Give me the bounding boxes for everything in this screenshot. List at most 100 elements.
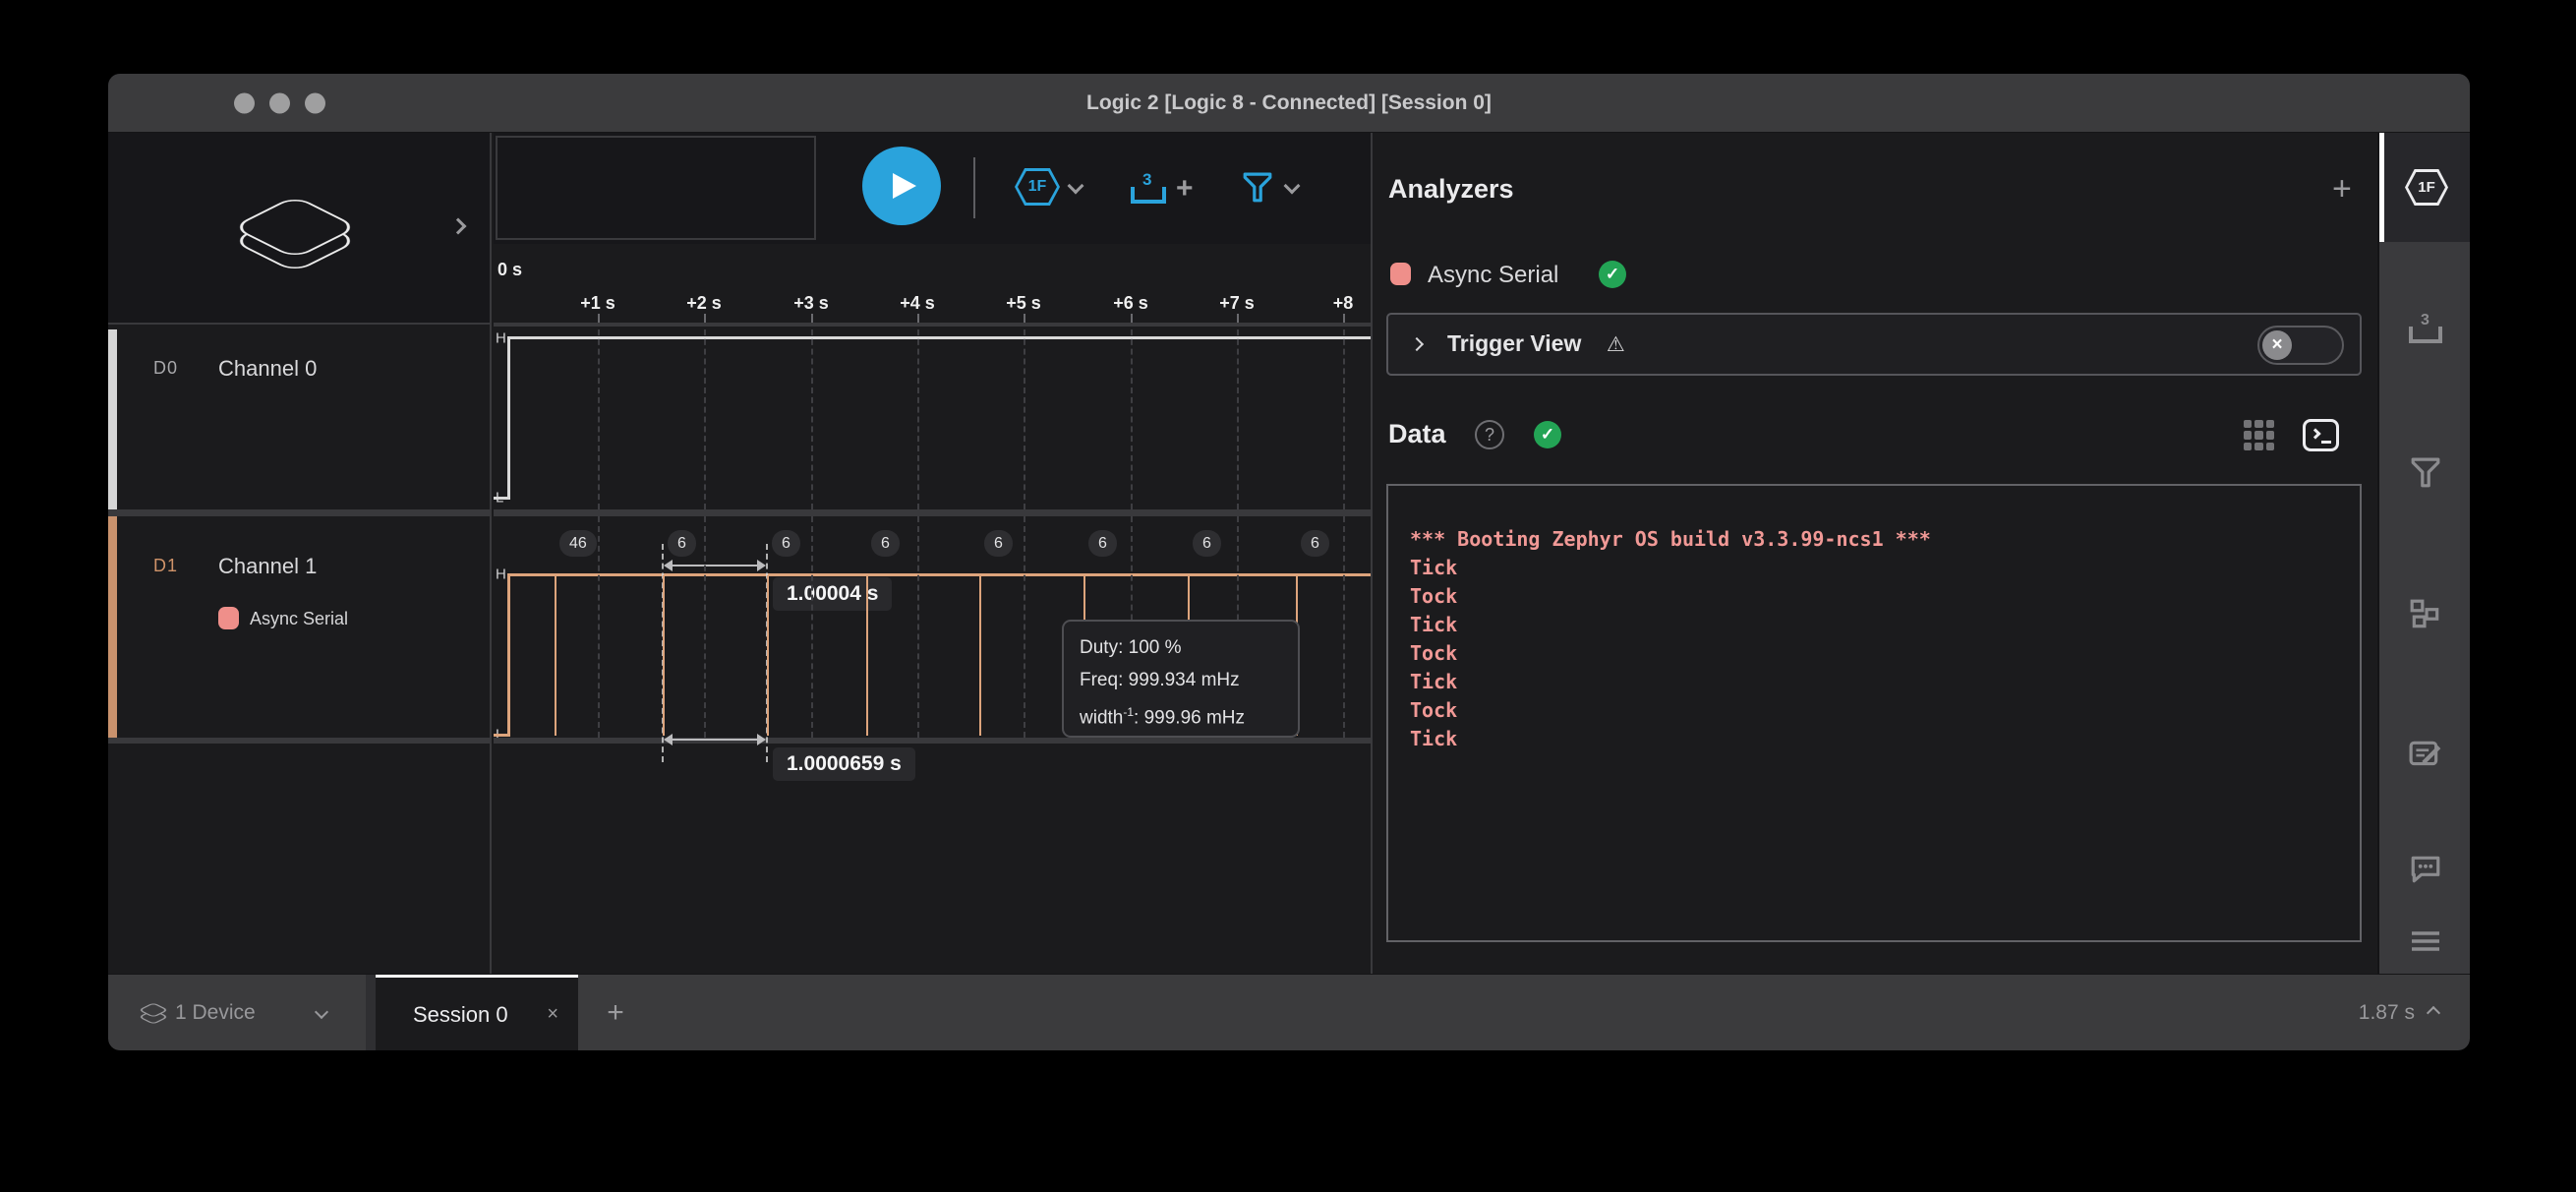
serial-burst-pulse[interactable]: [555, 575, 556, 736]
measure-arrow-bottom: [666, 739, 764, 741]
channel1-header[interactable]: D1 Channel 1 Async Serial: [108, 516, 490, 738]
device-mode-button[interactable]: 1F: [1015, 168, 1060, 206]
trigger-chevron-down-icon[interactable]: [1284, 178, 1301, 195]
session-tab-active[interactable]: Session 0 ×: [376, 975, 578, 1050]
device-selector[interactable]: 1 Device: [108, 975, 366, 1050]
device-mode-chevron-down-icon[interactable]: [1068, 178, 1084, 195]
titlebar: Logic 2 [Logic 8 - Connected] [Session 0…: [108, 74, 2470, 133]
app-window: Logic 2 [Logic 8 - Connected] [Session 0…: [108, 74, 2470, 1050]
channel1-low-stub: [494, 734, 509, 737]
terminal-line: Tick: [1410, 554, 2360, 582]
grid-line: [811, 516, 813, 738]
grid-line: [811, 329, 813, 509]
trigger-view-row[interactable]: Trigger View ⚠ ×: [1386, 313, 2362, 376]
add-session-button[interactable]: +: [594, 975, 637, 1050]
measurement-tooltip: Duty: 100 % Freq: 999.934 mHz width-1: 9…: [1062, 620, 1300, 738]
measure-count: 3: [1142, 170, 1151, 190]
frame-count-badge[interactable]: 6: [668, 530, 696, 557]
capture-duration[interactable]: 1.87 s: [2359, 975, 2438, 1050]
grid-line: [598, 329, 600, 509]
waveform-area[interactable]: 1F 3 + 0 s +1 s+: [494, 133, 1373, 974]
serial-burst-pulse[interactable]: [979, 575, 981, 736]
start-capture-button[interactable]: [862, 147, 941, 225]
channel-sidebar: D0 Channel 0 D1 Channel 1 Async Serial: [108, 133, 492, 974]
serial-burst-pulse[interactable]: [663, 575, 665, 736]
serial-burst-pulse[interactable]: [767, 575, 769, 736]
trigger-view-toggle[interactable]: ×: [2257, 326, 2344, 365]
notes-tab[interactable]: [2379, 739, 2470, 770]
measure-arrow-top: [666, 565, 764, 566]
analyzer-color-dot-icon: [1390, 263, 1411, 285]
channel0-low-stub: [494, 497, 509, 500]
timeline-offset-label: +1 s: [580, 293, 615, 314]
window-title: Logic 2 [Logic 8 - Connected] [Session 0…: [108, 74, 2470, 133]
frame-count-badge[interactable]: 46: [559, 530, 597, 557]
measurements-tab[interactable]: 3: [2379, 316, 2470, 343]
terminal-view-icon[interactable]: [2303, 419, 2339, 451]
help-icon[interactable]: ?: [1475, 420, 1504, 449]
timeline-start-label: 0 s: [498, 260, 522, 280]
grid-line: [598, 516, 600, 738]
timeline-tick: [598, 314, 600, 323]
grid-line: [917, 516, 919, 738]
timeline-tick: [917, 314, 919, 323]
menu-tab[interactable]: [2379, 929, 2470, 953]
tooltip-freq: Freq: 999.934 mHz: [1080, 664, 1298, 696]
trigger-settings-box[interactable]: [496, 136, 816, 240]
device-hexagon-icon: 1F: [2405, 169, 2448, 206]
frame-count-badge[interactable]: 6: [1301, 530, 1329, 557]
async-serial-dot-icon: [218, 607, 239, 629]
channel0-header[interactable]: D0 Channel 0: [108, 329, 490, 509]
extensions-tab[interactable]: [2379, 599, 2470, 630]
add-analyzer-button[interactable]: +: [2332, 172, 2352, 206]
device-stack-icon: [136, 994, 171, 1032]
frame-count-badge[interactable]: 6: [1088, 530, 1117, 557]
frame-count-badge[interactable]: 6: [871, 530, 900, 557]
analyzer-item-name[interactable]: Async Serial: [1428, 262, 1558, 289]
channel1-id: D1: [153, 556, 178, 576]
session-tab-label: Session 0: [413, 978, 508, 1050]
serial-burst-pulse[interactable]: [866, 575, 868, 736]
timeline-tick: [811, 314, 813, 323]
session-bar: 1 Device Session 0 × + 1.87 s: [108, 974, 2470, 1050]
add-measurement-button[interactable]: +: [1176, 174, 1194, 204]
warning-icon: ⚠: [1607, 332, 1625, 356]
trigger-view-label: Trigger View: [1447, 330, 1581, 357]
terminal-line: *** Booting Zephyr OS build v3.3.99-ncs1…: [1410, 525, 2360, 554]
duration-label: 1.87 s: [2359, 1001, 2415, 1025]
trigger-funnel-icon[interactable]: [1243, 172, 1272, 204]
close-session-icon[interactable]: ×: [547, 978, 558, 1050]
row-divider: [108, 509, 490, 516]
device-panel[interactable]: [108, 133, 490, 325]
grid-line: [1237, 329, 1239, 509]
grid-line: [1024, 329, 1025, 509]
terminal-output[interactable]: *** Booting Zephyr OS build v3.3.99-ncs1…: [1386, 484, 2362, 942]
device-tab-active[interactable]: 1F: [2379, 133, 2470, 242]
channel0-high-line: [507, 336, 1373, 339]
analyzers-panel: Analyzers + Async Serial ✓ Trigger View …: [1375, 133, 2375, 974]
row-divider: [108, 738, 490, 744]
chat-bubble-icon: [2409, 855, 2442, 884]
timeline-offset-label: +8: [1333, 293, 1354, 314]
terminal-line: Tick: [1410, 725, 2360, 753]
device-expand-chevron-icon[interactable]: [450, 218, 467, 235]
feedback-tab[interactable]: [2379, 855, 2470, 884]
row-divider: [494, 325, 1371, 327]
timeline-ruler[interactable]: 0 s +1 s+2 s+3 s+4 s+5 s+6 s+7 s+8: [494, 244, 1371, 325]
terminal-line: Tick: [1410, 668, 2360, 696]
trigger-expand-chevron-icon[interactable]: [1410, 337, 1424, 351]
table-view-icon[interactable]: [2244, 420, 2274, 450]
channel1-analyzer-label[interactable]: Async Serial: [250, 609, 348, 629]
measurements-button[interactable]: 3: [1131, 174, 1166, 204]
frame-count-badge[interactable]: 6: [984, 530, 1013, 557]
bar-divider: [366, 975, 376, 1050]
tooltip-width: width-1: 999.96 mHz: [1080, 696, 1298, 734]
triggers-tab[interactable]: [2379, 457, 2470, 489]
frame-count-badge[interactable]: 6: [1193, 530, 1221, 557]
channel1-start-edge: [507, 573, 510, 737]
timeline-offset-label: +4 s: [900, 293, 935, 314]
timeline-offset-label: +7 s: [1219, 293, 1255, 314]
frame-count-badge[interactable]: 6: [772, 530, 800, 557]
terminal-line: Tock: [1410, 582, 2360, 611]
channel0-high-label: H: [496, 330, 506, 347]
